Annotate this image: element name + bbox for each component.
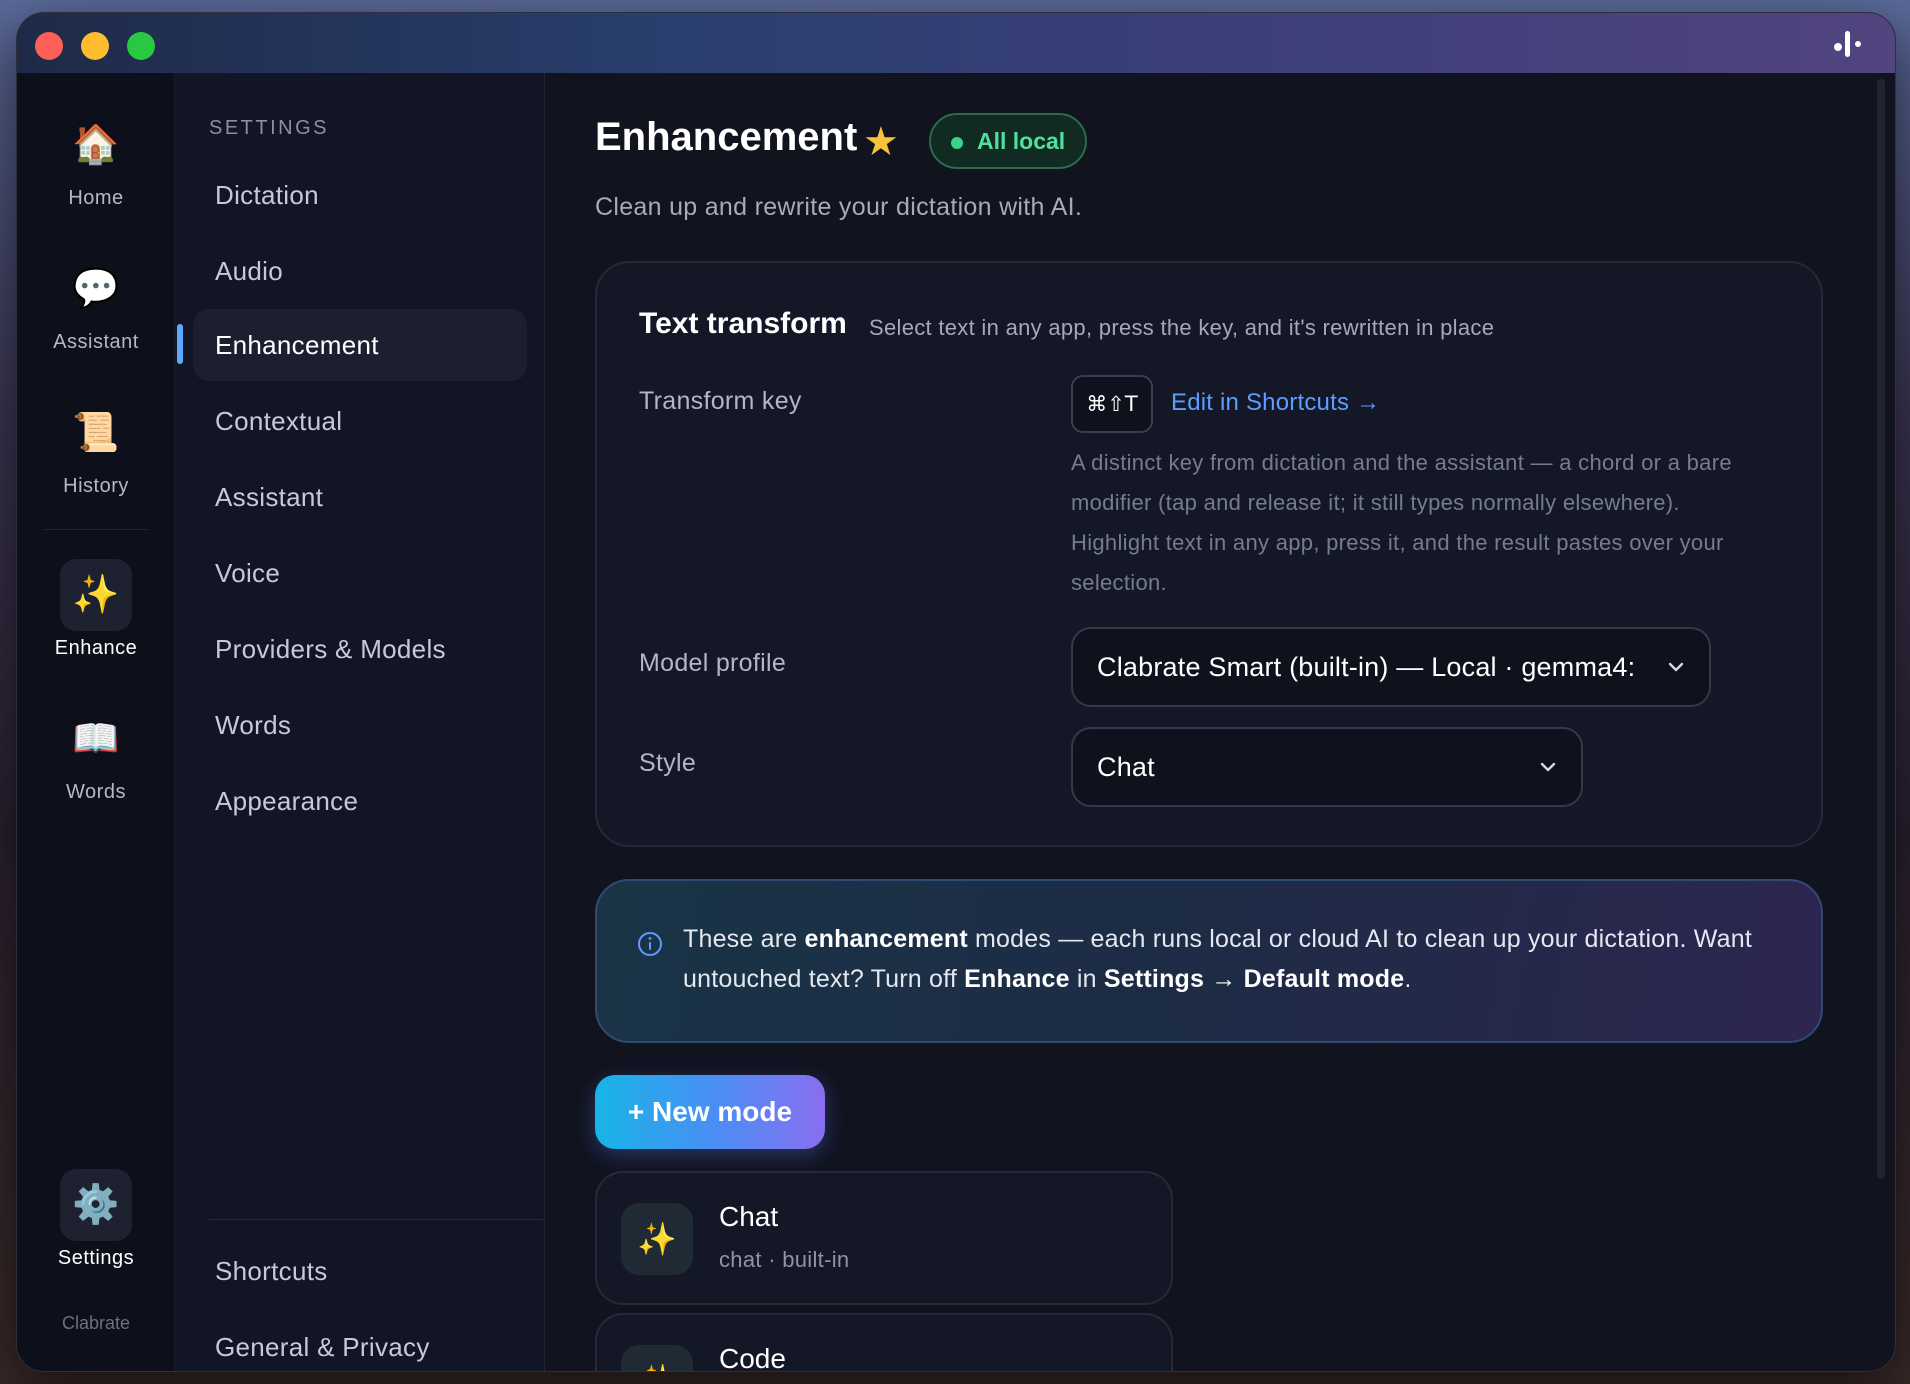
rail-item-label: History: [63, 475, 129, 497]
nav-item-assistant[interactable]: Assistant: [193, 461, 527, 533]
rail-item-enhance[interactable]: ✨ Enhance: [17, 559, 175, 660]
status-badge: All local: [929, 113, 1088, 169]
info-banner: These are enhancement modes — each runs …: [595, 879, 1823, 1043]
gear-icon: ⚙️: [60, 1169, 132, 1241]
settings-heading: SETTINGS: [209, 117, 330, 139]
icon-rail: 🏠 Home 💬 Assistant 📜 History ✨ Enhance 📖…: [17, 73, 175, 1371]
house-icon: 🏠: [72, 124, 120, 166]
style-value: Chat: [1097, 751, 1155, 782]
style-label: Style: [639, 749, 697, 777]
rail-item-label: Home: [68, 187, 124, 209]
nav-item-words[interactable]: Words: [193, 689, 527, 761]
mode-meta: chat · built-in: [719, 1247, 850, 1272]
mode-card-code[interactable]: ✨ Code: [595, 1313, 1173, 1372]
title-bar: [17, 13, 1895, 73]
scrollbar[interactable]: [1877, 79, 1885, 1179]
info-text-bold: Settings → Default mode: [1103, 965, 1405, 993]
nav-item-dictation[interactable]: Dictation: [193, 159, 527, 231]
nav-item-voice[interactable]: Voice: [193, 537, 527, 609]
page-title: Enhancement: [595, 115, 858, 159]
active-nav-indicator: [177, 324, 183, 364]
nav-item-general-privacy[interactable]: General & Privacy: [193, 1311, 527, 1371]
info-text-bold: enhancement: [804, 925, 968, 953]
status-dot: [951, 137, 963, 149]
chevron-down-icon: [1668, 662, 1684, 672]
model-profile-label: Model profile: [639, 649, 787, 677]
card-title: Text transform: [639, 307, 847, 340]
rail-item-label: Settings: [57, 1247, 135, 1269]
transform-key-label: Transform key: [639, 387, 802, 415]
settings-sidebar: SETTINGS Dictation Audio Enhancement Con…: [175, 73, 545, 1371]
speech-bubble-icon: 💬: [72, 268, 120, 310]
mode-card-chat[interactable]: ✨ Chat chat · built-in: [595, 1171, 1173, 1305]
app-logo-icon: [1834, 31, 1861, 57]
info-text-part: These are: [683, 925, 805, 953]
edit-in-shortcuts-link[interactable]: Edit in Shortcuts →: [1171, 389, 1380, 417]
nav-item-appearance[interactable]: Appearance: [193, 765, 527, 837]
page-subtitle: Clean up and rewrite your dictation with…: [595, 193, 1083, 221]
status-badge-label: All local: [977, 127, 1066, 154]
nav-item-shortcuts[interactable]: Shortcuts: [193, 1235, 527, 1307]
model-profile-select[interactable]: Clabrate Smart (built-in) — Local · gemm…: [1071, 627, 1711, 707]
text-transform-card: Text transform Select text in any app, p…: [595, 261, 1823, 847]
rail-divider: [45, 529, 147, 530]
sparkles-icon: ✨: [621, 1345, 693, 1371]
rail-item-label: Enhance: [54, 637, 138, 659]
nav-item-enhancement[interactable]: Enhancement: [193, 309, 527, 381]
minimize-window-button[interactable]: [81, 32, 109, 60]
transform-key-help: A distinct key from dictation and the as…: [1071, 450, 1732, 595]
book-icon: 📖: [72, 718, 120, 760]
close-window-button[interactable]: [35, 32, 63, 60]
rail-item-words[interactable]: 📖 Words: [17, 703, 175, 804]
transform-key-chip[interactable]: ⌘⇧T: [1071, 375, 1153, 433]
nav-item-contextual[interactable]: Contextual: [193, 385, 527, 457]
rail-item-label: Assistant: [53, 331, 139, 353]
sparkles-icon: ✨: [621, 1203, 693, 1275]
main-content: Enhancement ★ All local Clean up and rew…: [545, 73, 1895, 1371]
info-text-bold: Enhance: [964, 965, 1070, 993]
rail-item-home[interactable]: 🏠 Home: [17, 109, 175, 210]
app-window: 🏠 Home 💬 Assistant 📜 History ✨ Enhance 📖…: [16, 12, 1896, 1372]
rail-item-label: Words: [66, 781, 126, 803]
rail-item-history[interactable]: 📜 History: [17, 397, 175, 498]
rail-item-settings[interactable]: ⚙️ Settings: [17, 1169, 175, 1270]
info-text: These are enhancement modes — each runs …: [683, 919, 1793, 999]
nav-item-audio[interactable]: Audio: [193, 235, 527, 307]
model-profile-value: Clabrate Smart (built-in) — Local · gemm…: [1097, 651, 1636, 682]
scroll-icon: 📜: [72, 412, 120, 454]
info-icon: [638, 932, 662, 956]
sparkles-icon: ✨: [60, 559, 132, 631]
mode-name: Code: [719, 1343, 786, 1372]
rail-item-assistant[interactable]: 💬 Assistant: [17, 253, 175, 354]
style-select[interactable]: Chat: [1071, 727, 1583, 807]
info-text-part: in: [1069, 965, 1104, 993]
nav-divider: [209, 1219, 543, 1220]
card-description: Select text in any app, press the key, a…: [869, 315, 1495, 340]
nav-item-providers-models[interactable]: Providers & Models: [193, 613, 527, 685]
brand-label: Clabrate: [61, 1313, 131, 1333]
info-text-part: .: [1404, 965, 1412, 993]
zoom-window-button[interactable]: [127, 32, 155, 60]
star-icon: ★: [863, 120, 899, 164]
chevron-down-icon: [1540, 762, 1556, 772]
new-mode-button[interactable]: + New mode: [595, 1075, 825, 1149]
mode-name: Chat: [719, 1201, 779, 1232]
